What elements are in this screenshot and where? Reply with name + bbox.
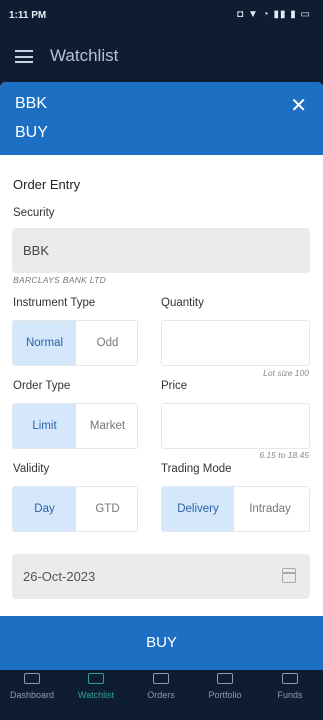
validity-day[interactable]: Day (13, 487, 76, 531)
close-icon[interactable]: ✕ (290, 93, 307, 118)
instrument-type-normal[interactable]: Normal (13, 321, 76, 365)
order-type-limit[interactable]: Limit (13, 404, 76, 448)
dashboard-icon (24, 673, 40, 684)
order-type-toggle: Limit Market (12, 403, 138, 449)
app-header: Watchlist (0, 30, 323, 82)
order-side: BUY (15, 124, 48, 141)
nav-dashboard[interactable]: Dashboard (0, 670, 64, 720)
status-time: 1:11 PM (9, 10, 47, 21)
portfolio-icon (217, 673, 233, 684)
buy-button[interactable]: BUY (0, 616, 323, 670)
page-title: Watchlist (50, 46, 119, 65)
nav-label: Dashboard (9, 690, 55, 700)
quantity-hint: Lot size 100 (263, 368, 309, 378)
price-input[interactable] (161, 403, 310, 449)
quantity-label: Quantity (161, 297, 204, 309)
order-modal: BBK BUY ✕ Order Entry Security BBK BARCL… (0, 82, 323, 720)
validity-toggle: Day GTD (12, 486, 138, 532)
date-field[interactable]: 26-Oct-2023 (12, 554, 310, 599)
order-type-label: Order Type (13, 380, 71, 392)
nav-label: Watchlist (77, 690, 115, 700)
calendar-icon[interactable] (282, 568, 296, 583)
price-label: Price (161, 380, 188, 392)
security-field[interactable]: BBK (12, 228, 310, 273)
date-value: 26-Oct-2023 (23, 569, 96, 584)
security-value: BBK (23, 243, 50, 258)
nav-label: Orders (147, 690, 175, 700)
validity-gtd[interactable]: GTD (76, 487, 137, 531)
nav-portfolio[interactable]: Portfolio (193, 670, 257, 720)
bottom-nav: Dashboard Watchlist Orders Portfolio Fun… (0, 670, 323, 720)
nav-orders[interactable]: Orders (129, 670, 193, 720)
instrument-type-toggle: Normal Odd (12, 320, 138, 366)
watchlist-icon (88, 673, 104, 684)
validity-label: Validity (13, 463, 50, 475)
order-symbol: BBK (15, 95, 48, 112)
trading-mode-delivery[interactable]: Delivery (162, 487, 234, 531)
funds-icon (282, 673, 298, 684)
status-bar: 1:11 PM ◘ ▼ ◔ ▮▮ ▮ ▭ (0, 0, 323, 30)
nav-label: Portfolio (208, 690, 242, 700)
order-type-market[interactable]: Market (76, 404, 137, 448)
section-title: Order Entry (13, 177, 81, 192)
status-icons: ◘ ▼ ◔ ▮▮ ▮ ▭ (237, 9, 311, 20)
price-hint: 6.15 to 18.45 (259, 450, 309, 460)
security-label: Security (13, 207, 55, 219)
instrument-type-label: Instrument Type (13, 297, 96, 309)
nav-funds[interactable]: Funds (258, 670, 322, 720)
nav-label: Funds (277, 690, 303, 700)
menu-icon[interactable] (15, 50, 33, 63)
nav-watchlist[interactable]: Watchlist (64, 670, 128, 720)
trading-mode-toggle: Delivery Intraday (161, 486, 310, 532)
trading-mode-intraday[interactable]: Intraday (234, 487, 306, 531)
security-subtitle: BARCLAYS BANK LTD (13, 275, 107, 285)
trading-mode-label: Trading Mode (161, 463, 232, 475)
quantity-input[interactable] (161, 320, 310, 366)
instrument-type-odd[interactable]: Odd (76, 321, 137, 365)
orders-icon (153, 673, 169, 684)
modal-header: BBK BUY ✕ (0, 82, 323, 155)
